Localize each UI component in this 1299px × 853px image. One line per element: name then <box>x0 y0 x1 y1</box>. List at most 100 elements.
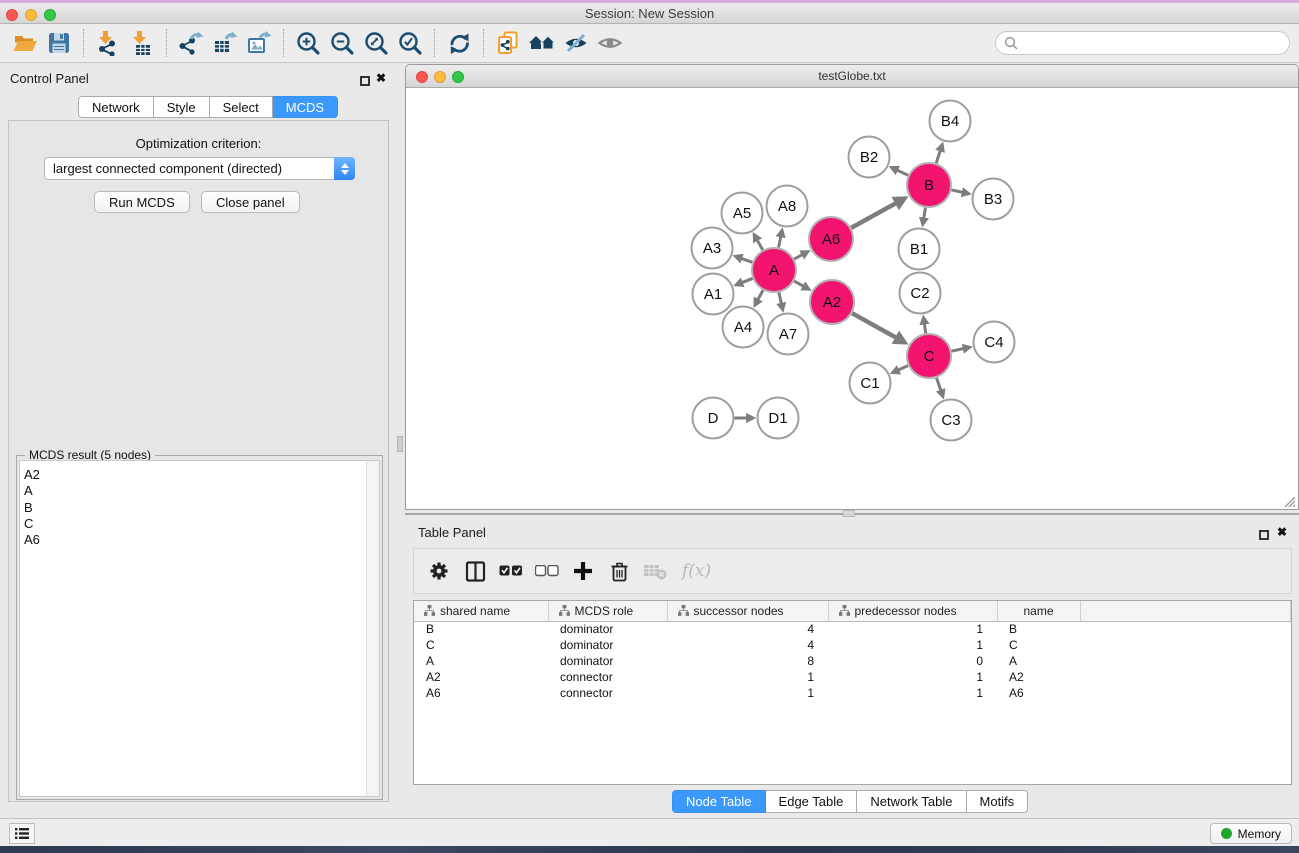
graph-node-C[interactable]: C <box>907 334 951 378</box>
zoom-selected-button[interactable] <box>393 27 427 59</box>
graph-node-A5[interactable]: A5 <box>722 193 763 234</box>
graph-node-A4[interactable]: A4 <box>723 307 764 348</box>
graph-edge-A-A4[interactable] <box>758 290 763 300</box>
optimization-select[interactable]: largest connected component (directed) <box>44 157 355 180</box>
tab-network[interactable]: Network <box>78 96 154 118</box>
delete-table-button-disabled[interactable] <box>640 555 670 587</box>
graph-edge-A6-B[interactable] <box>851 203 896 228</box>
graph-edge-A-A7[interactable] <box>779 292 781 303</box>
graph-node-C4[interactable]: C4 <box>974 322 1015 363</box>
graph-node-A7[interactable]: A7 <box>768 314 809 355</box>
table-row[interactable]: A6connector11A6 <box>414 685 1291 701</box>
graph-edge-C-C4[interactable] <box>951 349 963 352</box>
table-settings-button[interactable] <box>424 555 454 587</box>
graph-edge-C-C1[interactable] <box>898 366 908 371</box>
tab-node-table[interactable]: Node Table <box>672 790 766 813</box>
table-row[interactable]: Cdominator41C <box>414 637 1291 653</box>
export-table-button[interactable] <box>208 27 242 59</box>
graph-edge-A-A2[interactable] <box>794 281 804 286</box>
close-panel-button[interactable]: Close panel <box>201 191 300 213</box>
show-task-history-button[interactable] <box>9 823 35 844</box>
import-table-button[interactable] <box>125 27 159 59</box>
table-row[interactable]: Adominator80A <box>414 653 1291 669</box>
graph-node-A[interactable]: A <box>752 248 796 292</box>
graph-edge-A-A1[interactable] <box>742 278 753 282</box>
zoom-out-button[interactable] <box>325 27 359 59</box>
tab-edge-table[interactable]: Edge Table <box>766 790 858 813</box>
search-input[interactable] <box>1018 34 1289 52</box>
column-header-name[interactable]: name <box>997 601 1080 621</box>
graph-node-B1[interactable]: B1 <box>899 229 940 270</box>
export-network-button[interactable] <box>174 27 208 59</box>
graph-edge-C-C2[interactable] <box>924 324 925 334</box>
export-image-button[interactable] <box>242 27 276 59</box>
deselect-all-columns-button[interactable] <box>532 555 562 587</box>
control-panel-close-icon[interactable]: ✖ <box>376 71 386 85</box>
control-panel-float-icon[interactable] <box>360 73 370 91</box>
graph-node-D[interactable]: D <box>693 398 734 439</box>
tab-mcds[interactable]: MCDS <box>273 96 338 118</box>
zoom-fit-button[interactable] <box>359 27 393 59</box>
table-panel-float-icon[interactable] <box>1259 527 1269 545</box>
result-item[interactable]: A6 <box>20 532 379 548</box>
graph-node-A3[interactable]: A3 <box>692 228 733 269</box>
zoom-in-button[interactable] <box>291 27 325 59</box>
graph-edge-A-A5[interactable] <box>757 240 763 250</box>
horizontal-splitter-grip[interactable] <box>843 510 855 517</box>
save-session-button[interactable] <box>42 27 76 59</box>
graph-node-C2[interactable]: C2 <box>900 273 941 314</box>
vertical-splitter-grip[interactable] <box>397 436 403 452</box>
run-mcds-button[interactable]: Run MCDS <box>94 191 190 213</box>
show-column-panel-button[interactable] <box>460 555 490 587</box>
table-row[interactable]: Bdominator41B <box>414 621 1291 637</box>
show-graphics-details-button[interactable] <box>593 27 627 59</box>
tab-motifs[interactable]: Motifs <box>967 790 1029 813</box>
window-resize-grip-icon[interactable] <box>1282 494 1295 507</box>
create-column-button[interactable] <box>568 555 598 587</box>
graph-edge-B-B1[interactable] <box>924 208 926 219</box>
graph-node-B4[interactable]: B4 <box>930 101 971 142</box>
result-list-scrollbar[interactable] <box>366 461 379 796</box>
tab-select[interactable]: Select <box>210 96 273 118</box>
home-button[interactable] <box>525 27 559 59</box>
graph-node-C3[interactable]: C3 <box>931 400 972 441</box>
graph-node-A8[interactable]: A8 <box>767 186 808 227</box>
graph-node-A1[interactable]: A1 <box>693 274 734 315</box>
graph-node-B[interactable]: B <box>907 163 951 207</box>
column-header-shared-name[interactable]: shared name <box>414 601 548 621</box>
tab-style[interactable]: Style <box>154 96 210 118</box>
graph-node-B2[interactable]: B2 <box>849 137 890 178</box>
table-panel-close-icon[interactable]: ✖ <box>1277 525 1287 539</box>
graph-edge-B-B4[interactable] <box>936 150 940 163</box>
network-graph[interactable]: AA1A2A3A4A5A6A7A8BB1B2B3B4CC1C2C3C4DD1 <box>407 88 1297 509</box>
result-item[interactable]: A <box>20 483 379 499</box>
graph-node-C1[interactable]: C1 <box>850 363 891 404</box>
refresh-button[interactable] <box>442 27 476 59</box>
delete-column-button[interactable] <box>604 555 634 587</box>
select-all-columns-button[interactable] <box>496 555 526 587</box>
memory-button[interactable]: Memory <box>1210 823 1292 844</box>
graph-edge-A-A8[interactable] <box>779 236 781 247</box>
result-item[interactable]: B <box>20 500 379 516</box>
clone-network-button[interactable] <box>491 27 525 59</box>
graph-node-D1[interactable]: D1 <box>758 398 799 439</box>
function-builder-label-disabled[interactable]: f(x) <box>682 561 711 581</box>
graph-edge-A-A6[interactable] <box>794 254 802 259</box>
table-row[interactable]: A2connector11A2 <box>414 669 1291 685</box>
graph-node-A6[interactable]: A6 <box>809 217 853 261</box>
import-network-button[interactable] <box>91 27 125 59</box>
graph-edge-A2-C[interactable] <box>852 313 897 338</box>
graph-edge-C-C3[interactable] <box>936 378 940 391</box>
column-header-MCDS-role[interactable]: MCDS role <box>548 601 667 621</box>
graph-edge-B-B3[interactable] <box>951 190 962 192</box>
graph-node-A2[interactable]: A2 <box>810 280 854 324</box>
result-item[interactable]: C <box>20 516 379 532</box>
network-canvas[interactable]: AA1A2A3A4A5A6A7A8BB1B2B3B4CC1C2C3C4DD1 <box>407 88 1297 509</box>
column-header-predecessor-nodes[interactable]: predecessor nodes <box>828 601 997 621</box>
open-session-button[interactable] <box>8 27 42 59</box>
hide-graphics-details-button[interactable] <box>559 27 593 59</box>
graph-edge-B-B2[interactable] <box>897 170 908 175</box>
result-item[interactable]: A2 <box>20 467 379 483</box>
column-header-successor-nodes[interactable]: successor nodes <box>667 601 828 621</box>
graph-edge-A-A3[interactable] <box>741 258 752 262</box>
